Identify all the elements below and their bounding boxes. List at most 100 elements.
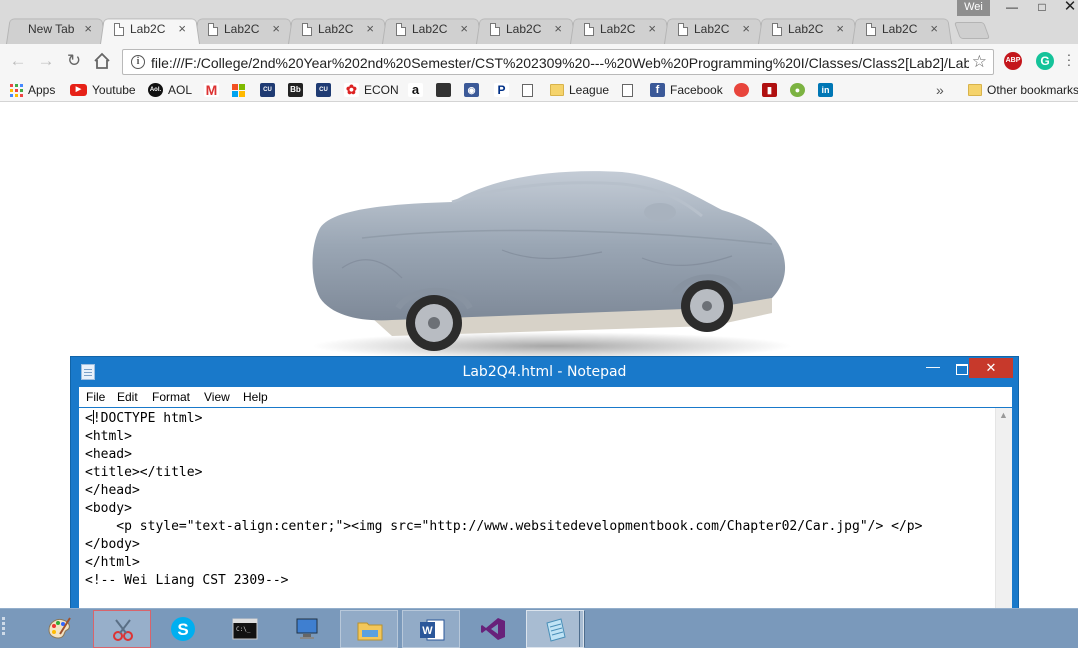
taskbar-paint[interactable] — [30, 610, 88, 648]
tab-close-icon[interactable]: × — [366, 21, 374, 36]
bookmark-other[interactable]: Other bookmarks — [968, 81, 1078, 99]
tab-new-tab[interactable]: New Tab × — [6, 16, 106, 44]
adblock-plus-icon[interactable]: ABP — [1004, 52, 1022, 70]
bookmark-apps[interactable]: Apps — [10, 81, 55, 99]
bookmark-page-2[interactable] — [622, 81, 633, 99]
tab-title: Lab2C — [412, 22, 448, 36]
bookmark-microsoft[interactable] — [232, 81, 245, 99]
vertical-scrollbar[interactable]: ▲ — [995, 408, 1012, 617]
bookmark-circle[interactable]: ● — [790, 81, 805, 99]
taskbar-file-explorer[interactable] — [340, 610, 398, 648]
microsoft-icon — [232, 83, 245, 97]
cuny-icon: CU — [260, 83, 275, 97]
tab-close-icon[interactable]: × — [460, 21, 468, 36]
taskbar-snipping-tool[interactable] — [93, 610, 151, 648]
tab-lab2c-5[interactable]: Lab2C × — [382, 16, 482, 44]
info-icon[interactable]: i — [131, 55, 145, 69]
bookmark-star-icon[interactable]: ☆ — [972, 52, 987, 72]
bookmark-paypal[interactable]: P — [494, 81, 509, 99]
url-text[interactable]: file:///F:/College/2nd%20Year%202nd%20Se… — [151, 55, 969, 71]
bookmark-econ[interactable]: ✿ ECON — [344, 81, 399, 99]
start-button[interactable] — [0, 617, 8, 641]
new-tab-button[interactable] — [953, 22, 991, 39]
bookmark-label: Other bookmarks — [987, 83, 1078, 97]
tab-strip: New Tab × Lab2C × Lab2C × Lab2C × Lab2C … — [0, 0, 1078, 44]
bookmark-league[interactable]: League — [550, 81, 609, 99]
bookmark-instagram[interactable]: ◉ — [464, 81, 479, 99]
tab-lab2c-10[interactable]: Lab2C × — [852, 16, 952, 44]
grammarly-icon[interactable]: G — [1036, 52, 1054, 70]
taskbar-notepad[interactable] — [526, 610, 584, 648]
bookmark-youtube[interactable]: ▶ Youtube — [70, 81, 136, 99]
bookmark-marvel[interactable]: ▮ — [762, 81, 777, 99]
tab-lab2c-3[interactable]: Lab2C × — [194, 16, 294, 44]
notepad-titlebar[interactable]: Lab2Q4.html - Notepad — ✕ — [71, 357, 1018, 387]
tab-close-icon[interactable]: × — [648, 21, 656, 36]
tab-title: Lab2C — [600, 22, 636, 36]
taskbar-visual-studio[interactable] — [464, 610, 522, 648]
tab-close-icon[interactable]: × — [742, 21, 750, 36]
address-bar[interactable]: i file:///F:/College/2nd%20Year%202nd%20… — [122, 49, 994, 75]
bookmark-label: League — [569, 83, 610, 97]
home-icon[interactable] — [92, 52, 112, 72]
browser-toolbar: ← → ↻ i file:///F:/College/2nd%20Year%20… — [0, 44, 1078, 78]
code-line: !DOCTYPE html> — [92, 411, 203, 426]
minimize-icon[interactable]: — — [919, 359, 947, 379]
gift-icon — [436, 83, 451, 97]
bookmark-cuny-2[interactable]: CU — [316, 81, 331, 99]
tab-title: Lab2C — [506, 22, 542, 36]
bookmark-page[interactable] — [522, 81, 533, 99]
bookmark-gmail[interactable]: M — [204, 81, 219, 99]
bookmark-cuny[interactable]: CU — [260, 81, 275, 99]
tab-close-icon[interactable]: × — [554, 21, 562, 36]
chrome-menu-icon[interactable]: · · · — [1064, 47, 1074, 71]
bookmark-blackboard[interactable]: Bb — [288, 81, 303, 99]
profile-button[interactable]: Wei — [957, 0, 990, 16]
tab-title: Lab2C — [694, 22, 730, 36]
menu-help[interactable]: Help — [243, 390, 268, 404]
tab-lab2c-6[interactable]: Lab2C × — [476, 16, 576, 44]
tab-lab2c-7[interactable]: Lab2C × — [570, 16, 670, 44]
tab-lab2c-active[interactable]: Lab2C × — [100, 16, 200, 44]
tab-close-icon[interactable]: × — [84, 21, 92, 36]
scroll-up-arrow-icon[interactable]: ▲ — [999, 410, 1008, 420]
close-icon[interactable]: ✕ — [1056, 0, 1078, 16]
notepad-text-area[interactable]: <!DOCTYPE html> <html> <head> <title></t… — [79, 408, 1012, 617]
page-icon — [208, 23, 218, 36]
menu-file[interactable]: File — [86, 390, 105, 404]
paypal-icon: P — [494, 83, 509, 97]
back-arrow-icon[interactable]: ← — [8, 52, 28, 72]
tab-lab2c-9[interactable]: Lab2C × — [758, 16, 858, 44]
taskbar-command-prompt[interactable]: C:\_ — [216, 610, 274, 648]
taskbar-remote-desktop[interactable] — [278, 610, 336, 648]
menu-format[interactable]: Format — [152, 390, 190, 404]
bookmark-amazon[interactable]: a — [408, 81, 423, 99]
tab-close-icon[interactable]: × — [178, 21, 186, 36]
taskbar-word[interactable]: W — [402, 610, 460, 648]
bookmark-facebook[interactable]: f Facebook — [650, 81, 723, 99]
close-icon[interactable]: ✕ — [969, 358, 1013, 378]
tab-title: Lab2C — [318, 22, 354, 36]
reload-icon[interactable]: ↻ — [64, 52, 84, 72]
notepad-window[interactable]: Lab2Q4.html - Notepad — ✕ File Edit Form… — [70, 356, 1019, 617]
minimize-icon[interactable]: — — [998, 0, 1026, 16]
bookmark-chrome-web[interactable] — [734, 81, 749, 99]
menu-view[interactable]: View — [204, 390, 230, 404]
menu-edit[interactable]: Edit — [117, 390, 138, 404]
tab-close-icon[interactable]: × — [836, 21, 844, 36]
page-icon — [114, 23, 124, 36]
forward-arrow-icon[interactable]: → — [36, 52, 56, 72]
bookmarks-overflow-icon[interactable]: » — [936, 81, 944, 99]
tab-lab2c-8[interactable]: Lab2C × — [664, 16, 764, 44]
tab-lab2c-4[interactable]: Lab2C × — [288, 16, 388, 44]
taskbar-skype[interactable]: S — [154, 610, 212, 648]
bookmark-bookmark[interactable] — [436, 81, 451, 99]
bookmark-linkedin[interactable]: in — [818, 81, 833, 99]
bookmark-aol[interactable]: Aol. AOL — [148, 81, 192, 99]
word-icon: W — [420, 619, 445, 641]
tab-close-icon[interactable]: × — [930, 21, 938, 36]
page-icon — [490, 23, 500, 36]
tab-close-icon[interactable]: × — [272, 21, 280, 36]
youtube-icon: ▶ — [70, 84, 87, 96]
maximize-icon[interactable]: □ — [1028, 0, 1056, 16]
